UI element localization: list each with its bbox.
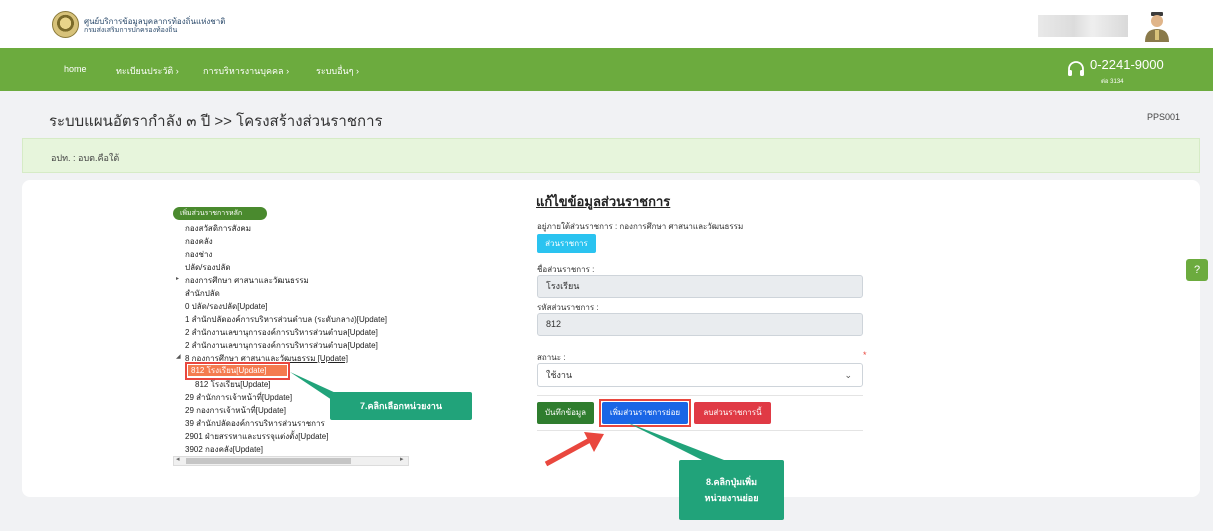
organization-label: อปท. : อบต.คือใต้ — [51, 153, 120, 163]
add-main-unit-button[interactable]: เพิ่มส่วนราชการหลัก — [173, 207, 267, 220]
scroll-left-icon[interactable]: ◂ — [176, 455, 180, 463]
status-select[interactable]: ใช้งาน ⌄ — [537, 363, 863, 387]
top-header: ศูนย์บริการข้อมูลบุคลากรท้องถิ่นแห่งชาติ… — [0, 0, 1213, 48]
headset-icon — [1068, 61, 1084, 76]
tree-item[interactable]: ปลัด/รองปลัด — [185, 261, 231, 274]
red-arrow-icon — [544, 432, 604, 467]
page-title: ระบบแผนอัตรากำลัง ๓ ปี >> โครงสร้างส่วนร… — [49, 113, 383, 130]
save-button[interactable]: บันทึกข้อมูล — [537, 402, 594, 424]
main-nav: home ทะเบียนประวัติ › การบริหารงานบุคคล … — [0, 48, 1213, 91]
tree-collapse-icon[interactable]: ◢ — [176, 353, 181, 360]
tree-item[interactable]: 2901 ฝ่ายสรรหาและบรรจุแต่งตั้ง[Update] — [185, 430, 328, 443]
tree-item[interactable]: กองช่าง — [185, 248, 212, 261]
parent-unit-button[interactable]: ส่วนราชการ — [537, 234, 596, 253]
help-side-tab[interactable]: ? — [1186, 259, 1208, 281]
user-name-redacted[interactable] — [1038, 15, 1128, 37]
tree-horizontal-scrollbar[interactable]: ◂ ▸ — [173, 456, 409, 466]
tree-item[interactable]: 3902 กองคลัง[Update] — [185, 443, 263, 456]
unit-code-field[interactable]: 812 — [537, 313, 863, 336]
department-logo[interactable] — [52, 11, 79, 38]
scroll-right-icon[interactable]: ▸ — [400, 455, 404, 463]
tree-expand-icon[interactable]: ▸ — [176, 275, 179, 282]
step8-callout: 8.คลิกปุ่มเพิ่ม หน่วยงานย่อย — [679, 460, 784, 520]
parent-unit-label: อยู่ภายใต้ส่วนราชการ : กองการศึกษา ศาสนา… — [537, 222, 744, 231]
tree-item[interactable]: 29 กองการเจ้าหน้าที่[Update] — [185, 404, 286, 417]
hotline-number: 0-2241-9000 — [1090, 57, 1164, 72]
tree-item[interactable]: 1 สำนักปลัดองค์การบริหารส่วนตำบล (ระดับก… — [185, 313, 387, 326]
tree-item[interactable]: กองคลัง — [185, 235, 213, 248]
hotline-extension: ต่อ 3134 — [1101, 79, 1124, 85]
tree-item[interactable]: 812 โรงเรียน[Update] — [195, 378, 271, 391]
nav-other-systems[interactable]: ระบบอื่นๆ › — [316, 64, 359, 78]
tree-item[interactable]: กองสวัสดิการสังคม — [185, 222, 251, 235]
scrollbar-thumb[interactable] — [186, 458, 351, 464]
nav-home[interactable]: home — [64, 64, 87, 74]
step8-line2: หน่วยงานย่อย — [704, 493, 759, 503]
org-name-line2: กรมส่งเสริมการปกครองท้องถิ่น — [84, 27, 178, 34]
tree-item[interactable]: 2 สำนักงานเลขานุการองค์การบริหารส่วนตำบล… — [185, 339, 378, 352]
tree-item[interactable]: กองการศึกษา ศาสนาและวัฒนธรรม — [185, 274, 309, 287]
chevron-down-icon: ⌄ — [844, 370, 852, 380]
step7-callout: 7.คลิกเลือกหน่วยงาน — [330, 392, 472, 420]
tree-item[interactable]: 0 ปลัด/รองปลัด[Update] — [185, 300, 268, 313]
form-title: แก้ไขข้อมูลส่วนราชการ — [536, 194, 671, 209]
tree-item[interactable]: สำนักปลัด — [185, 287, 220, 300]
tree-item[interactable]: 39 สำนักปลัดองค์การบริหารส่วนราชการ — [185, 417, 325, 430]
divider — [537, 395, 863, 396]
tree-item[interactable]: 2 สำนักงานเลขานุการองค์การบริหารส่วนตำบล… — [185, 326, 378, 339]
nav-profile-registry[interactable]: ทะเบียนประวัติ › — [116, 64, 179, 78]
user-avatar[interactable] — [1142, 10, 1172, 42]
tree-item[interactable]: 29 สำนักการเจ้าหน้าที่[Update] — [185, 391, 292, 404]
page-code: PPS001 — [1147, 112, 1181, 122]
status-selected-value: ใช้งาน — [546, 370, 573, 380]
required-mark: * — [863, 350, 867, 360]
organization-info-bar: อปท. : อบต.คือใต้ — [22, 138, 1200, 173]
unit-name-field[interactable]: โรงเรียน — [537, 275, 863, 298]
nav-personnel-management[interactable]: การบริหารงานบุคคล › — [203, 64, 289, 78]
step8-line1: 8.คลิกปุ่มเพิ่ม — [705, 477, 758, 487]
